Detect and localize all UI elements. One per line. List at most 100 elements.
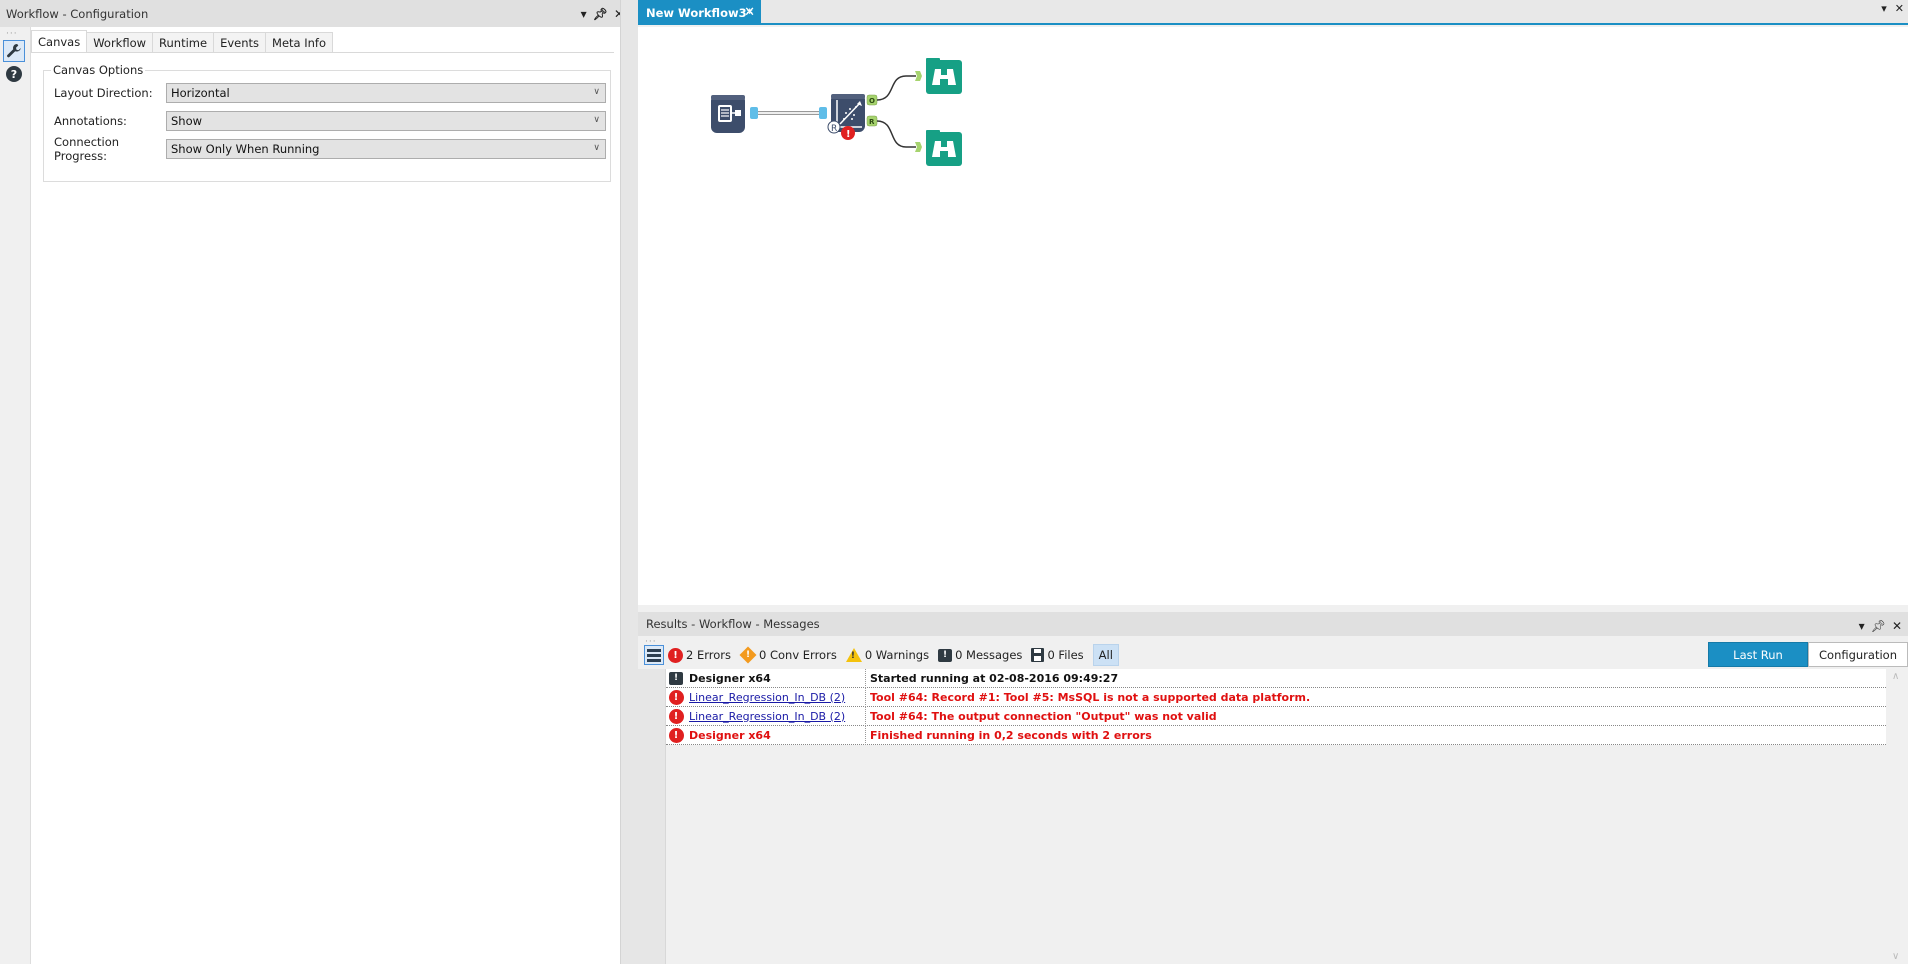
svg-text:R: R bbox=[831, 124, 837, 134]
connection-input-to-regression[interactable] bbox=[750, 107, 827, 119]
results-filter-toolbar: ! 2 Errors ! 0 Conv Errors ! 0 Warnings … bbox=[644, 644, 1128, 666]
row-source-link[interactable]: Linear_Regression_In_DB (2) bbox=[689, 691, 845, 704]
workflow-diagram: R ! O R bbox=[711, 58, 962, 166]
scroll-up-icon[interactable]: ∧ bbox=[1892, 671, 1899, 682]
connection-progress-row: Connection Progress: bbox=[54, 135, 174, 163]
row-source: Designer x64 bbox=[689, 671, 771, 685]
alteryx-designer-window: Workflow - Configuration ▾ 📌︎ ✕ ··· ? Ca… bbox=[0, 0, 1908, 964]
drag-handle-icon[interactable]: ··· bbox=[6, 29, 18, 39]
error-icon: ! bbox=[668, 647, 683, 663]
annotations-label: Annotations: bbox=[54, 114, 127, 128]
document-tab-bar: New Workflow3* ✕ ▾ ✕ bbox=[638, 0, 1908, 25]
configuration-tabs: Canvas Workflow Runtime Events Meta Info bbox=[31, 30, 333, 52]
canvas-options-group: Canvas Options Layout Direction: Horizon… bbox=[43, 63, 611, 182]
connection-o-to-browse-1[interactable] bbox=[876, 75, 916, 101]
filter-messages[interactable]: ! 0 Messages bbox=[938, 644, 1022, 666]
configuration-panel-header: Workflow - Configuration ▾ 📌︎ ✕ bbox=[0, 0, 630, 27]
annotations-select[interactable]: Show ∨ bbox=[166, 111, 606, 131]
row-source-link[interactable]: Linear_Regression_In_DB (2) bbox=[689, 710, 845, 723]
filter-errors[interactable]: ! 2 Errors bbox=[668, 644, 731, 666]
warnings-count: 0 Warnings bbox=[864, 648, 930, 662]
conv-errors-count: 0 Conv Errors bbox=[759, 648, 837, 662]
filter-files[interactable]: 0 Files bbox=[1031, 644, 1084, 666]
panel-splitter[interactable] bbox=[620, 0, 638, 964]
pin-icon[interactable]: 📌︎ bbox=[593, 7, 608, 21]
layout-direction-select[interactable]: Horizontal ∨ bbox=[166, 83, 606, 103]
configuration-sidebar: ··· ? bbox=[0, 27, 28, 964]
tab-workflow[interactable]: Workflow bbox=[86, 32, 154, 52]
regression-output-anchor-o[interactable]: O bbox=[866, 94, 878, 106]
tab-new-workflow3[interactable]: New Workflow3* ✕ bbox=[638, 0, 761, 25]
workflow-canvas[interactable]: R ! O R bbox=[638, 27, 1908, 605]
pin-icon[interactable]: 📌︎ bbox=[1871, 619, 1886, 633]
results-row[interactable]: ! Linear_Regression_In_DB (2) Tool #64: … bbox=[666, 687, 1886, 707]
layout-direction-row: Layout Direction: bbox=[54, 83, 164, 103]
row-message: Tool #64: Record #1: Tool #5: MsSQL is n… bbox=[870, 690, 1311, 704]
connection-progress-select[interactable]: Show Only When Running ∨ bbox=[166, 139, 606, 159]
configuration-panel-title: Workflow - Configuration bbox=[6, 6, 149, 21]
list-view-icon[interactable] bbox=[644, 645, 664, 665]
results-grid-gutter bbox=[638, 669, 666, 964]
error-icon: ! bbox=[668, 689, 684, 705]
results-row[interactable]: ! Linear_Regression_In_DB (2) Tool #64: … bbox=[666, 706, 1886, 726]
connection-r-to-browse-2[interactable] bbox=[876, 120, 916, 148]
filter-all[interactable]: All bbox=[1092, 644, 1119, 666]
svg-text:O: O bbox=[869, 97, 875, 105]
results-grid: ! Designer x64 Started running at 02-08-… bbox=[666, 668, 1886, 745]
conversion-error-icon: ! bbox=[739, 646, 757, 664]
save-file-icon bbox=[1031, 648, 1045, 662]
help-icon[interactable]: ? bbox=[3, 63, 25, 85]
annotations-value: Show bbox=[171, 114, 203, 128]
input-data-tool[interactable] bbox=[711, 95, 745, 133]
tab-canvas[interactable]: Canvas bbox=[31, 30, 88, 52]
panel-dropdown-icon[interactable]: ▾ bbox=[581, 7, 587, 21]
connection-progress-value: Show Only When Running bbox=[171, 142, 320, 156]
layout-direction-value: Horizontal bbox=[171, 86, 230, 100]
configuration-panel: Workflow - Configuration ▾ 📌︎ ✕ ··· ? Ca… bbox=[0, 0, 630, 964]
messages-count: 0 Messages bbox=[955, 648, 1023, 662]
results-scrollbar[interactable]: ∧ ∨ bbox=[1886, 669, 1908, 964]
input-anchor[interactable] bbox=[819, 107, 827, 119]
error-icon: ! bbox=[668, 708, 684, 724]
message-icon: ! bbox=[938, 648, 953, 662]
document-list-dropdown-icon[interactable]: ▾ bbox=[1881, 2, 1887, 15]
last-run-button[interactable]: Last Run bbox=[1708, 642, 1808, 667]
all-label: All bbox=[1098, 648, 1113, 662]
browse-tool-1[interactable] bbox=[915, 58, 962, 94]
tab-meta-info[interactable]: Meta Info bbox=[265, 32, 333, 52]
files-count: 0 Files bbox=[1047, 648, 1084, 662]
filter-warnings[interactable]: ! 0 Warnings bbox=[845, 644, 930, 666]
tab-runtime[interactable]: Runtime bbox=[152, 32, 215, 52]
regression-output-anchor-r[interactable]: R bbox=[866, 115, 878, 127]
output-anchor[interactable] bbox=[750, 107, 758, 119]
message-icon: ! bbox=[669, 671, 683, 685]
scroll-down-icon[interactable]: ∨ bbox=[1892, 951, 1899, 962]
linear-regression-in-db-tool[interactable]: R ! bbox=[827, 94, 865, 140]
chevron-down-icon: ∨ bbox=[593, 143, 600, 153]
panel-dropdown-icon[interactable]: ▾ bbox=[1859, 619, 1865, 633]
warning-icon: ! bbox=[845, 648, 862, 662]
configuration-button[interactable]: Configuration bbox=[1808, 642, 1908, 667]
chevron-down-icon: ∨ bbox=[593, 87, 600, 97]
results-row[interactable]: ! Designer x64 Started running at 02-08-… bbox=[666, 668, 1886, 688]
browse-tool-2[interactable] bbox=[915, 130, 962, 166]
filter-conv-errors[interactable]: ! 0 Conv Errors bbox=[739, 644, 837, 666]
canvas-options-label: Canvas Options bbox=[51, 63, 146, 77]
row-message: Started running at 02-08-2016 09:49:27 bbox=[870, 671, 1119, 685]
results-row[interactable]: ! Designer x64 Finished running in 0,2 s… bbox=[666, 725, 1886, 745]
close-tab-icon[interactable]: ✕ bbox=[744, 5, 755, 20]
chevron-down-icon: ∨ bbox=[593, 115, 600, 125]
wrench-icon[interactable] bbox=[3, 40, 25, 62]
results-view-toggle: Last Run Configuration bbox=[1708, 642, 1908, 667]
close-document-icon[interactable]: ✕ bbox=[1895, 2, 1904, 15]
connection-progress-label: Connection Progress: bbox=[54, 135, 120, 163]
annotations-row: Annotations: bbox=[54, 111, 164, 131]
document-tab-label: New Workflow3* bbox=[646, 5, 753, 20]
row-source: Designer x64 bbox=[689, 728, 771, 742]
row-message: Finished running in 0,2 seconds with 2 e… bbox=[870, 728, 1152, 742]
configuration-body: Canvas Workflow Runtime Events Meta Info… bbox=[30, 27, 620, 964]
svg-text:!: ! bbox=[846, 129, 851, 140]
close-icon[interactable]: ✕ bbox=[1892, 619, 1902, 633]
tab-events[interactable]: Events bbox=[213, 32, 267, 52]
results-panel: ··· ! 2 Errors ! 0 Conv Errors ! 0 Warni… bbox=[638, 636, 1908, 964]
